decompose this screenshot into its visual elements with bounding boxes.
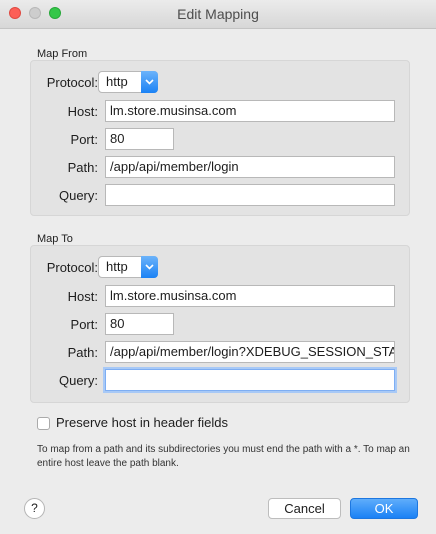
from-protocol-select[interactable]: http	[98, 71, 158, 93]
to-host-label: Host:	[67, 289, 98, 304]
from-host-label: Host:	[67, 104, 98, 119]
from-port-label: Port:	[70, 132, 98, 147]
to-query-input[interactable]	[105, 369, 395, 391]
to-port-label: Port:	[70, 317, 98, 332]
from-protocol-label: Protocol:	[46, 75, 98, 90]
mapping-hint-text: To map from a path and its subdirectorie…	[37, 444, 410, 469]
to-host-input[interactable]: lm.store.musinsa.com	[105, 285, 395, 307]
ok-button[interactable]: OK	[350, 498, 418, 519]
map-from-label: Map From	[37, 48, 88, 60]
to-port-input[interactable]: 80	[105, 313, 174, 335]
title-bar: Edit Mapping	[0, 0, 436, 29]
to-protocol-select[interactable]: http	[98, 256, 158, 278]
preserve-host-label[interactable]: Preserve host in header fields	[56, 415, 228, 430]
chevron-down-icon	[141, 256, 158, 278]
help-button[interactable]: ?	[24, 498, 45, 519]
cancel-button[interactable]: Cancel	[268, 498, 341, 519]
from-query-label: Query:	[58, 188, 98, 203]
to-query-label: Query:	[58, 373, 98, 388]
from-path-label: Path:	[67, 160, 98, 175]
from-protocol-value: http	[106, 74, 128, 89]
preserve-host-checkbox[interactable]	[37, 417, 50, 430]
to-path-label: Path:	[67, 345, 98, 360]
to-protocol-label: Protocol:	[46, 260, 98, 275]
from-path-input[interactable]: /app/api/member/login	[105, 156, 395, 178]
chevron-down-icon	[141, 71, 158, 93]
map-to-label: Map To	[37, 233, 73, 245]
from-port-input[interactable]: 80	[105, 128, 174, 150]
to-path-input[interactable]: /app/api/member/login?XDEBUG_SESSION_STA	[105, 341, 395, 363]
window-title: Edit Mapping	[177, 6, 259, 22]
from-query-input[interactable]	[105, 184, 395, 206]
from-host-input[interactable]: lm.store.musinsa.com	[105, 100, 395, 122]
to-protocol-value: http	[106, 259, 128, 274]
